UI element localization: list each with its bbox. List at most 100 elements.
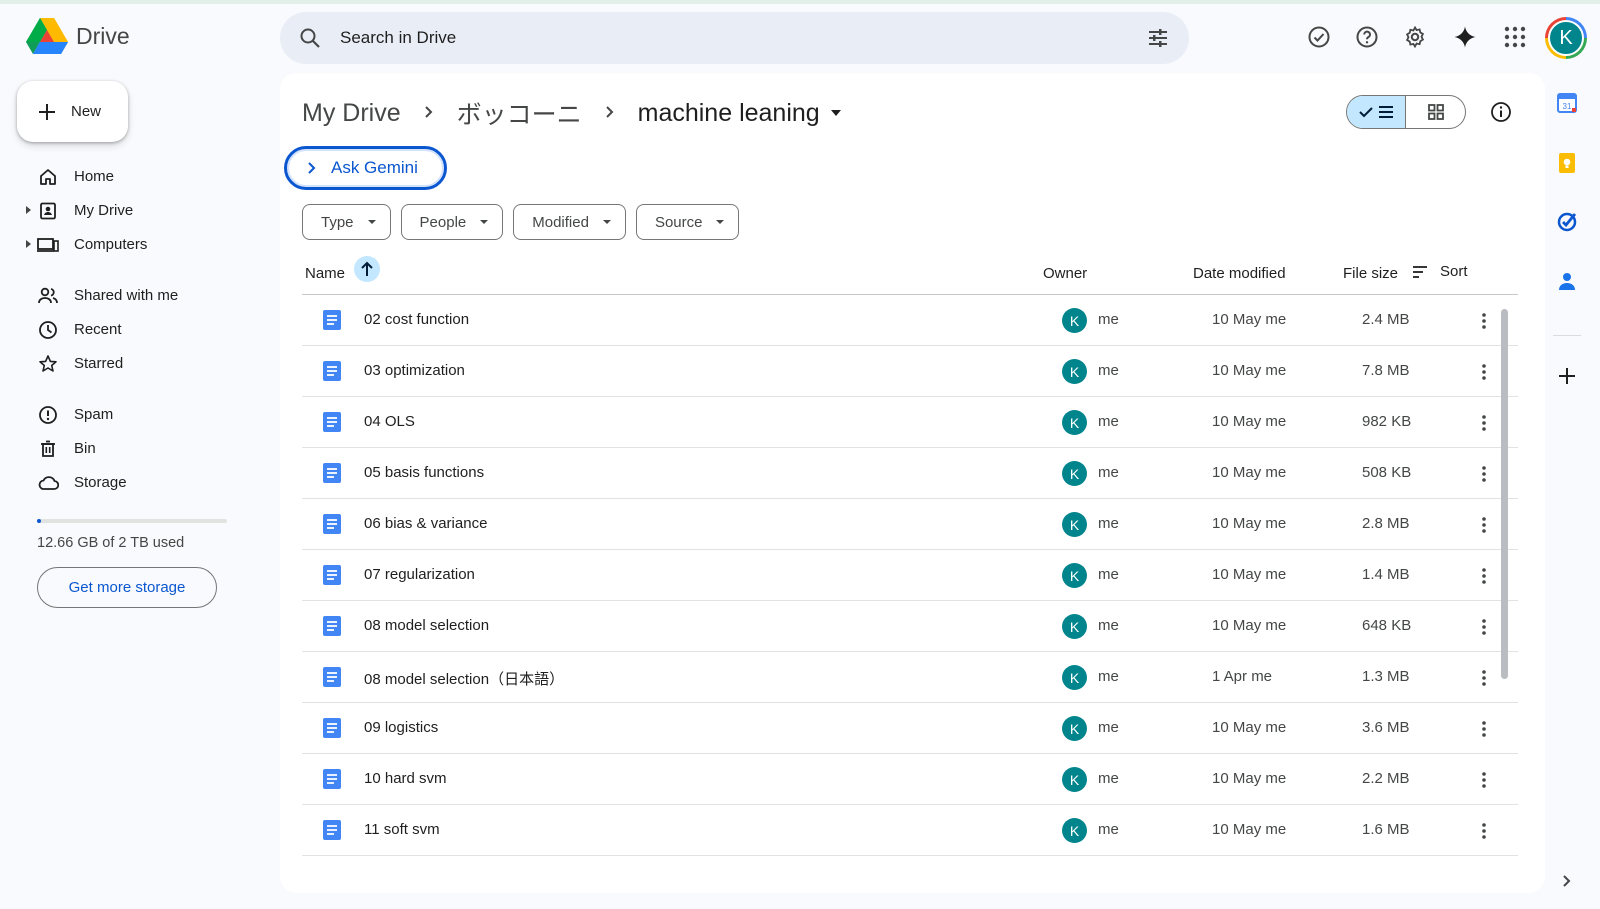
file-size: 2.2 MB [1362, 770, 1410, 787]
apps-grid-icon[interactable] [1502, 24, 1528, 50]
more-actions-icon[interactable] [1472, 513, 1496, 537]
table-row[interactable]: 11 soft svm Kme 10 May me 1.6 MB [302, 805, 1518, 856]
sort-ascending-icon[interactable] [354, 256, 380, 282]
ask-gemini-button[interactable]: Ask Gemini [284, 146, 447, 190]
expand-caret-icon[interactable] [26, 206, 31, 214]
new-button[interactable]: New [17, 81, 128, 142]
more-actions-icon[interactable] [1472, 666, 1496, 690]
more-actions-icon[interactable] [1472, 309, 1496, 333]
table-row[interactable]: 08 model selection（日本語） Kme 1 Apr me 1.3 MB [302, 652, 1518, 703]
sidebar-item-my-drive[interactable]: My Drive [0, 194, 250, 228]
app-name: Drive [76, 22, 130, 49]
more-actions-icon[interactable] [1472, 615, 1496, 639]
help-icon[interactable] [1354, 24, 1380, 50]
offline-ready-icon[interactable] [1306, 24, 1332, 50]
table-row[interactable]: 04 OLS Kme 10 May me 982 KB [302, 397, 1518, 448]
search-bar[interactable] [280, 12, 1189, 64]
sidebar-item-home[interactable]: Home [0, 160, 250, 194]
google-doc-icon [323, 769, 341, 789]
list-view-button[interactable] [1347, 96, 1407, 128]
sidebar-item-starred[interactable]: Starred [0, 347, 250, 381]
get-more-storage-button[interactable]: Get more storage [37, 567, 217, 608]
sidebar-item-computers[interactable]: Computers [0, 228, 250, 262]
sort-lines-icon [1413, 265, 1427, 278]
column-header-file-size[interactable]: File size [1343, 265, 1398, 282]
owner-avatar: K [1062, 767, 1087, 792]
more-actions-icon[interactable] [1472, 717, 1496, 741]
drive-logo[interactable]: Drive [26, 18, 130, 54]
file-owner: me [1098, 413, 1119, 430]
scrollbar-thumb[interactable] [1501, 309, 1508, 679]
sort-button[interactable]: Sort [1412, 263, 1468, 280]
column-header-owner[interactable]: Owner [1043, 265, 1087, 282]
info-icon[interactable] [1490, 101, 1512, 123]
table-row[interactable]: 02 cost function Kme 10 May me 2.4 MB [302, 295, 1518, 346]
search-input[interactable] [340, 12, 1100, 64]
sidebar-item-label: Shared with me [74, 287, 179, 304]
sidebar-item-bin[interactable]: Bin [0, 432, 250, 466]
keep-icon[interactable] [1555, 151, 1579, 175]
file-name[interactable]: 03 optimization [364, 362, 465, 379]
sidebar-item-shared-with-me[interactable]: Shared with me [0, 279, 250, 313]
breadcrumb-my-drive[interactable]: My Drive [302, 99, 401, 128]
file-name[interactable]: 08 model selection（日本語） [364, 668, 564, 689]
gemini-sparkle-icon[interactable] [1452, 24, 1478, 50]
more-actions-icon[interactable] [1472, 411, 1496, 435]
google-doc-icon [323, 361, 341, 381]
sidebar-item-recent[interactable]: Recent [0, 313, 250, 347]
contacts-icon[interactable] [1555, 269, 1579, 293]
sidebar-item-label: Bin [74, 440, 96, 457]
add-addon-icon[interactable] [1555, 364, 1579, 388]
search-icon[interactable] [298, 26, 322, 50]
table-row[interactable]: 10 hard svm Kme 10 May me 2.2 MB [302, 754, 1518, 805]
main-panel: My Drive ボッコーニ machine leaning Ask Gemin… [280, 73, 1545, 893]
sidebar-item-storage[interactable]: Storage [0, 466, 250, 500]
column-header-date-modified[interactable]: Date modified [1193, 265, 1286, 282]
more-actions-icon[interactable] [1472, 462, 1496, 486]
expand-panel-icon[interactable] [1555, 869, 1579, 893]
file-date-modified: 10 May me [1212, 464, 1287, 481]
google-doc-icon [323, 667, 341, 687]
table-header: Name Owner Date modified File size Sort [302, 251, 1518, 295]
grid-view-button[interactable] [1406, 96, 1465, 128]
gear-icon[interactable] [1402, 24, 1428, 50]
drive-logo-icon [26, 18, 68, 54]
filter-source[interactable]: Source [635, 204, 740, 240]
file-name[interactable]: 02 cost function [364, 311, 469, 328]
expand-caret-icon[interactable] [26, 240, 31, 248]
file-name[interactable]: 11 soft svm [364, 821, 440, 838]
file-name[interactable]: 08 model selection [364, 617, 489, 634]
file-name[interactable]: 10 hard svm [364, 770, 447, 787]
filter-people[interactable]: People [400, 204, 504, 240]
file-owner: me [1098, 515, 1119, 532]
sidebar-item-label: Spam [74, 406, 114, 423]
table-row[interactable]: 05 basis functions Kme 10 May me 508 KB [302, 448, 1518, 499]
file-name[interactable]: 05 basis functions [364, 464, 484, 481]
file-name[interactable]: 09 logistics [364, 719, 438, 736]
table-row[interactable]: 09 logistics Kme 10 May me 3.6 MB [302, 703, 1518, 754]
file-date-modified: 10 May me [1212, 311, 1287, 328]
file-name[interactable]: 04 OLS [364, 413, 415, 430]
file-date-modified: 10 May me [1212, 821, 1287, 838]
breadcrumb-current-folder[interactable]: machine leaning [638, 99, 842, 128]
more-actions-icon[interactable] [1472, 819, 1496, 843]
table-row[interactable]: 03 optimization Kme 10 May me 7.8 MB [302, 346, 1518, 397]
more-actions-icon[interactable] [1472, 768, 1496, 792]
more-actions-icon[interactable] [1472, 564, 1496, 588]
table-row[interactable]: 06 bias & variance Kme 10 May me 2.8 MB [302, 499, 1518, 550]
more-actions-icon[interactable] [1472, 360, 1496, 384]
filter-modified[interactable]: Modified [513, 204, 626, 240]
table-row[interactable]: 07 regularization Kme 10 May me 1.4 MB [302, 550, 1518, 601]
column-header-name[interactable]: Name [305, 265, 345, 282]
breadcrumb-parent[interactable]: ボッコーニ [457, 95, 582, 131]
table-row[interactable]: 08 model selection Kme 10 May me 648 KB [302, 601, 1518, 652]
account-avatar[interactable]: K [1545, 17, 1587, 59]
file-name[interactable]: 06 bias & variance [364, 515, 487, 532]
sidebar-item-spam[interactable]: Spam [0, 398, 250, 432]
filter-type[interactable]: Type [302, 204, 391, 240]
tasks-icon[interactable] [1555, 209, 1579, 233]
file-name[interactable]: 07 regularization [364, 566, 475, 583]
calendar-icon[interactable]: 31 [1555, 91, 1579, 115]
search-options-icon[interactable] [1146, 26, 1170, 50]
dropdown-arrow-icon [602, 220, 611, 224]
